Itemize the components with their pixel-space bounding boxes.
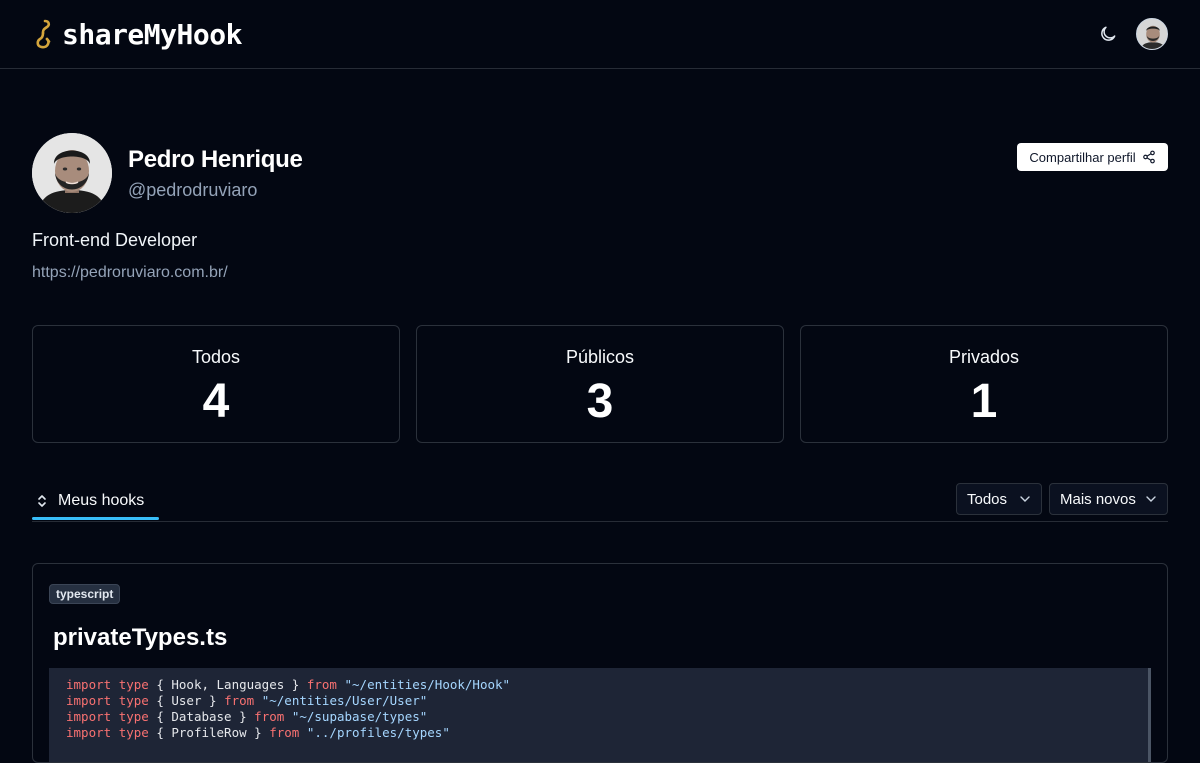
theme-toggle-button[interactable] (1096, 22, 1120, 46)
stat-label: Todos (191, 347, 241, 367)
stat-value: 3 (586, 375, 614, 428)
tab-my-hooks[interactable]: Meus hooks (32, 480, 159, 521)
profile-website-link[interactable]: https://pedroruviaro.com.br/ (32, 264, 228, 282)
sort-value: Mais novos (1060, 490, 1136, 508)
top-navbar: shareMyHook (0, 0, 1200, 69)
share-profile-button[interactable]: Compartilhar perfil (1017, 143, 1168, 171)
hook-logo-icon (36, 19, 51, 49)
language-badge: typescript (49, 584, 121, 604)
code-line: import type { User } from "~/entities/Us… (66, 693, 428, 708)
active-tab-indicator (32, 517, 159, 520)
share-icon (1142, 150, 1155, 164)
profile-header: Pedro Henrique @pedrodruviaro (32, 133, 303, 213)
profile-bio: Front-end Developer (32, 230, 198, 250)
chevron-down-icon (1146, 496, 1156, 502)
stat-card-public: Públicos 3 (416, 325, 784, 443)
sort-select[interactable]: Mais novos (1049, 483, 1168, 515)
code-line: import type { Hook, Languages } from "~/… (66, 677, 511, 692)
stat-value: 1 (970, 375, 998, 428)
profile-handle: @pedrodruviaro (128, 179, 258, 200)
share-profile-label: Compartilhar perfil (1029, 149, 1136, 165)
stat-label: Privados (948, 347, 1020, 367)
code-line: import type { Database } from "~/supabas… (66, 709, 428, 724)
code-preview: import type { Hook, Languages } from "~/… (49, 668, 1151, 762)
chevron-down-icon (1020, 496, 1030, 502)
profile-name: Pedro Henrique (128, 145, 303, 173)
profile-avatar (32, 133, 112, 213)
brand-link[interactable]: shareMyHook (34, 18, 242, 51)
code-line: import type { ProfileRow } from "../prof… (66, 725, 450, 740)
chevrons-up-down-icon (38, 494, 46, 507)
moon-icon (1101, 26, 1116, 41)
hook-title[interactable]: privateTypes.ts (53, 624, 227, 652)
stat-label: Públicos (565, 347, 635, 367)
avatar-photo-icon (1137, 19, 1167, 49)
profile-photo-icon (32, 133, 112, 213)
stat-card-private: Privados 1 (800, 325, 1168, 443)
stat-card-all: Todos 4 (32, 325, 400, 443)
tabs-divider (32, 521, 1168, 522)
visibility-filter-select[interactable]: Todos (956, 483, 1042, 515)
brand-name: shareMyHook (62, 17, 242, 51)
visibility-filter-value: Todos (967, 490, 1008, 508)
user-menu-avatar[interactable] (1136, 18, 1168, 50)
stat-value: 4 (202, 375, 230, 428)
hook-card[interactable]: typescript privateTypes.ts import type {… (32, 563, 1168, 763)
tab-label: Meus hooks (58, 491, 145, 509)
